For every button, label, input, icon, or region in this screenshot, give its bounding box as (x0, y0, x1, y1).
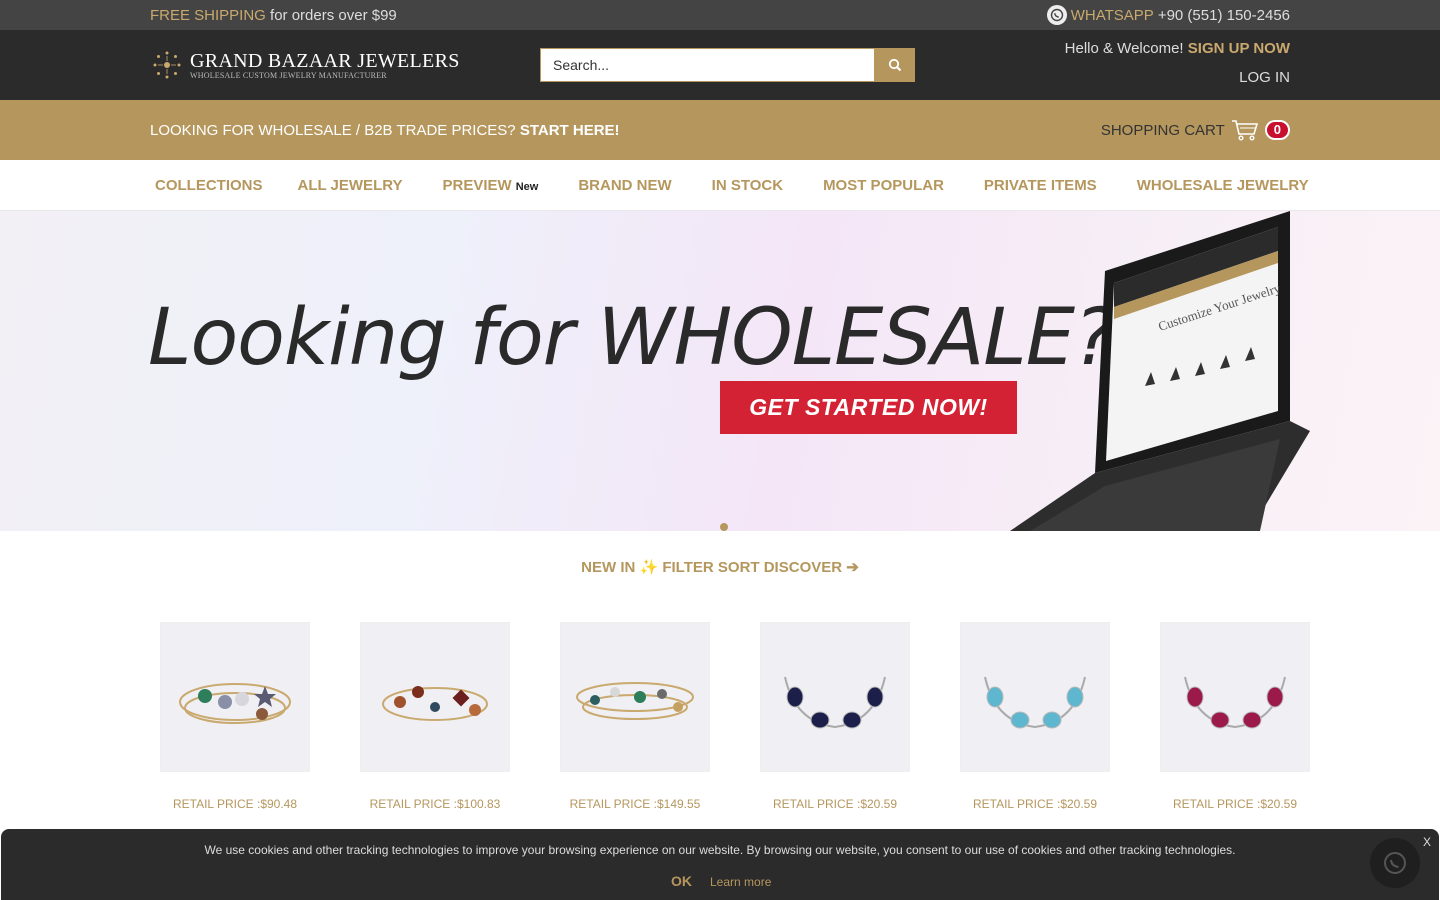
whatsapp-label[interactable]: WHATSAPP (1071, 7, 1154, 24)
product-card[interactable]: RETAIL PRICE :$20.59 (960, 622, 1110, 811)
whatsapp-icon (1384, 852, 1406, 874)
hero-headline: Looking for WHOLESALE? (148, 293, 1115, 383)
bracelet-icon (784, 676, 886, 729)
shipping-text: for orders over $99 (270, 6, 397, 24)
laptop-image: Customize Your Jewelry (1010, 211, 1310, 531)
product-image[interactable] (960, 622, 1110, 772)
whatsapp-contact[interactable]: WHATSAPP +90 (551) 150-2456 (1046, 5, 1290, 25)
product-card[interactable]: RETAIL PRICE :$149.55 (560, 622, 710, 811)
product-price: RETAIL PRICE :$100.83 (369, 797, 501, 811)
nav-most-popular[interactable]: MOST POPULAR (823, 177, 944, 194)
cookie-banner: We use cookies and other tracking techno… (1, 829, 1439, 900)
product-price: RETAIL PRICE :$90.48 (172, 797, 298, 811)
logo-tagline: WHOLESALE CUSTOM JEWELRY MANUFACTURER (190, 70, 387, 80)
nav-preview-label: PREVIEW (442, 176, 512, 194)
bracelet-icon (1184, 676, 1286, 729)
ring-set-icon (382, 686, 488, 721)
account-links: Hello & Welcome! SIGN UP NOW LOG IN (1065, 40, 1290, 86)
nav-private-items[interactable]: PRIVATE ITEMS (984, 177, 1097, 194)
new-badge: New (515, 180, 539, 193)
start-here-link[interactable]: START HERE! (520, 122, 620, 139)
search-bar (540, 48, 915, 82)
cookie-message: We use cookies and other tracking techno… (204, 843, 1236, 857)
product-card[interactable]: RETAIL PRICE :$20.59 (1160, 622, 1310, 811)
product-image[interactable] (160, 622, 310, 772)
shipping-highlight: FREE SHIPPING (150, 6, 266, 24)
product-card[interactable]: RETAIL PRICE :$100.83 (360, 622, 510, 811)
ring-set-icon (576, 682, 694, 720)
top-bar: FREE SHIPPING for orders over $99 WHATSA… (0, 0, 1440, 30)
cart-label: SHOPPING CART (1100, 121, 1225, 139)
product-image[interactable] (560, 622, 710, 772)
product-price: RETAIL PRICE :$20.59 (972, 797, 1098, 811)
product-card[interactable]: RETAIL PRICE :$20.59 (760, 622, 910, 811)
whatsapp-icon (1046, 5, 1067, 25)
logo-emblem-icon (153, 51, 181, 79)
whatsapp-number[interactable]: +90 (551) 150-2456 (1158, 7, 1290, 24)
login-link[interactable]: LOG IN (1065, 69, 1290, 86)
nav-collections[interactable]: COLLECTIONS (155, 177, 263, 194)
logo-name: GRAND BAZAAR JEWELERS (190, 49, 460, 72)
logo[interactable]: GRAND BAZAAR JEWELERS WHOLESALE CUSTOM J… (150, 48, 460, 82)
product-price: RETAIL PRICE :$149.55 (569, 797, 701, 811)
wholesale-question: LOOKING FOR WHOLESALE / B2B TRADE PRICES… (150, 121, 516, 139)
bracelet-icon (984, 676, 1086, 729)
product-card[interactable]: RETAIL PRICE :$90.48 (160, 622, 310, 811)
product-image[interactable] (360, 622, 510, 772)
nav-wholesale-jewelry[interactable]: WHOLESALE JEWELRY (1137, 177, 1309, 194)
whatsapp-chat-button[interactable] (1370, 838, 1420, 888)
welcome-text: Hello & Welcome! (1064, 40, 1184, 57)
ring-set-icon (179, 683, 291, 724)
carousel-dot[interactable] (720, 523, 728, 531)
site-header: GRAND BAZAAR JEWELERS WHOLESALE CUSTOM J… (0, 30, 1440, 100)
signup-link[interactable]: SIGN UP NOW (1188, 40, 1290, 57)
wholesale-prompt[interactable]: LOOKING FOR WHOLESALE / B2B TRADE PRICES… (150, 122, 620, 139)
product-price: RETAIL PRICE :$20.59 (772, 797, 898, 811)
hero-banner[interactable]: Looking for WHOLESALE? GET STARTED NOW! … (0, 211, 1440, 531)
nav-preview[interactable]: PREVIEW New (443, 177, 539, 194)
main-nav: COLLECTIONS ALL JEWELRY PREVIEW New BRAN… (0, 160, 1440, 211)
shopping-cart[interactable]: SHOPPING CART 0 (1101, 119, 1290, 141)
cart-icon (1231, 120, 1258, 141)
new-in-link[interactable]: NEW IN ✨ FILTER SORT DISCOVER ➔ (0, 558, 1440, 576)
cookie-ok-button[interactable]: OK (671, 873, 692, 889)
cookie-learn-more-link[interactable]: Learn more (710, 875, 771, 889)
product-price: RETAIL PRICE :$20.59 (1172, 797, 1298, 811)
product-image[interactable] (1160, 622, 1310, 772)
shipping-notice: FREE SHIPPING for orders over $99 (150, 7, 397, 24)
cart-count-badge: 0 (1264, 120, 1290, 140)
nav-brand-new[interactable]: BRAND NEW (578, 177, 671, 194)
product-image[interactable] (760, 622, 910, 772)
get-started-button[interactable]: GET STARTED NOW! (720, 381, 1017, 434)
nav-all-jewelry[interactable]: ALL JEWELRY (298, 177, 403, 194)
cookie-close-button[interactable]: X (1423, 835, 1431, 849)
nav-in-stock[interactable]: IN STOCK (712, 177, 783, 194)
search-icon (888, 58, 902, 72)
search-input[interactable] (540, 48, 875, 82)
wholesale-bar: LOOKING FOR WHOLESALE / B2B TRADE PRICES… (0, 100, 1440, 160)
search-button[interactable] (875, 48, 915, 82)
